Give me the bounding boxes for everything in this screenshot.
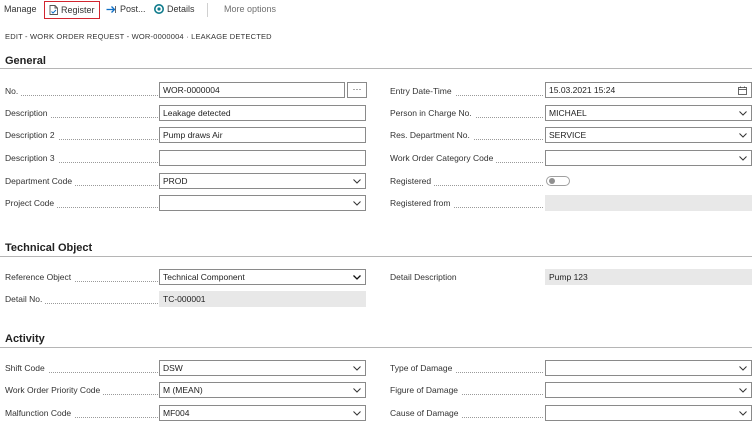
description2-field[interactable]: Pump draws Air <box>159 127 366 143</box>
chevron-down-icon <box>739 366 747 371</box>
wo-category-label: Work Order Category Code <box>390 153 543 165</box>
post-arrow-icon <box>106 5 116 13</box>
figure-of-damage-select[interactable] <box>545 382 752 398</box>
section-divider <box>0 68 752 69</box>
malfunction-code-value: MF004 <box>163 408 190 418</box>
wo-category-select[interactable] <box>545 150 752 166</box>
malfunction-code-select[interactable]: MF004 <box>159 405 366 421</box>
cause-of-damage-label: Cause of Damage <box>390 408 543 420</box>
chevron-down-icon <box>353 366 361 371</box>
shift-code-select[interactable]: DSW <box>159 360 366 376</box>
wo-priority-value: M (MEAN) <box>163 385 203 395</box>
details-circle-icon <box>154 4 164 14</box>
no-label: No. <box>5 86 158 98</box>
description3-field[interactable] <box>159 150 366 166</box>
manage-label: Manage <box>4 4 37 14</box>
post-button[interactable]: Post... <box>106 4 146 14</box>
chevron-down-icon <box>353 388 361 393</box>
entry-datetime-value: 15.03.2021 15:24 <box>549 85 616 95</box>
registered-from-field <box>545 195 752 211</box>
action-bar: Manage Register Post... Details More opt… <box>0 0 756 22</box>
chevron-down-icon <box>739 388 747 393</box>
chevron-down-icon <box>739 156 747 161</box>
section-divider <box>0 347 752 348</box>
detail-no-label: Detail No. <box>5 294 158 306</box>
shift-code-value: DSW <box>163 363 183 373</box>
section-title-activity[interactable]: Activity <box>5 333 45 345</box>
page-title: EDIT - WORK ORDER REQUEST - WOR-0000004 … <box>5 32 272 41</box>
details-button[interactable]: Details <box>154 4 195 14</box>
calendar-icon[interactable] <box>738 86 747 95</box>
description-label: Description <box>5 108 158 120</box>
chevron-down-icon <box>739 133 747 138</box>
res-department-value: SERVICE <box>549 130 587 140</box>
wo-priority-select[interactable]: M (MEAN) <box>159 382 366 398</box>
entry-datetime-field[interactable]: 15.03.2021 15:24 <box>545 82 752 98</box>
description-field[interactable]: Leakage detected <box>159 105 366 121</box>
section-title-general[interactable]: General <box>5 55 46 67</box>
type-of-damage-label: Type of Damage <box>390 363 543 375</box>
type-of-damage-select[interactable] <box>545 360 752 376</box>
registered-toggle[interactable] <box>546 176 570 186</box>
detail-description-field: Pump 123 <box>545 269 752 285</box>
section-divider <box>0 256 752 257</box>
project-code-select[interactable] <box>159 195 366 211</box>
figure-of-damage-label: Figure of Damage <box>390 385 543 397</box>
post-label: Post... <box>120 4 146 14</box>
no-lookup-button[interactable]: ··· <box>347 82 367 98</box>
manage-menu[interactable]: Manage <box>4 4 37 14</box>
section-title-technical-object[interactable]: Technical Object <box>5 242 92 254</box>
registered-label: Registered <box>390 176 543 188</box>
cause-of-damage-select[interactable] <box>545 405 752 421</box>
description2-label: Description 2 <box>5 130 158 142</box>
ellipsis-icon: ··· <box>352 84 362 94</box>
details-label: Details <box>167 4 195 14</box>
reference-object-value: Technical Component <box>163 272 245 282</box>
person-in-charge-label: Person in Charge No. <box>390 108 543 120</box>
reference-object-select[interactable]: Technical Component <box>159 269 366 285</box>
no-field[interactable]: WOR-0000004 <box>159 82 345 98</box>
chevron-down-icon <box>353 201 361 206</box>
register-label: Register <box>61 5 95 15</box>
res-department-select[interactable]: SERVICE <box>545 127 752 143</box>
more-options-button[interactable]: More options <box>224 4 276 14</box>
shift-code-label: Shift Code <box>5 363 158 375</box>
more-options-label: More options <box>224 4 277 14</box>
chevron-down-icon <box>353 411 361 416</box>
detail-no-field: TC-000001 <box>159 291 366 307</box>
document-icon <box>49 5 58 15</box>
project-code-label: Project Code <box>5 198 158 210</box>
chevron-down-icon <box>353 179 361 184</box>
res-department-label: Res. Department No. <box>390 130 543 142</box>
chevron-down-icon <box>353 275 361 280</box>
detail-description-label: Detail Description <box>390 272 543 284</box>
register-button[interactable]: Register <box>44 1 100 19</box>
chevron-down-icon <box>739 411 747 416</box>
wo-priority-label: Work Order Priority Code <box>5 385 158 397</box>
reference-object-label: Reference Object <box>5 272 158 284</box>
department-code-select[interactable]: PROD <box>159 173 366 189</box>
department-code-value: PROD <box>163 176 188 186</box>
department-code-label: Department Code <box>5 176 158 188</box>
person-in-charge-value: MICHAEL <box>549 108 587 118</box>
toolbar-separator <box>207 3 208 17</box>
person-in-charge-select[interactable]: MICHAEL <box>545 105 752 121</box>
entry-datetime-label: Entry Date-Time <box>390 86 543 98</box>
chevron-down-icon <box>739 111 747 116</box>
registered-from-label: Registered from <box>390 198 543 210</box>
description3-label: Description 3 <box>5 153 158 165</box>
malfunction-code-label: Malfunction Code <box>5 408 158 420</box>
toggle-knob <box>549 178 555 184</box>
